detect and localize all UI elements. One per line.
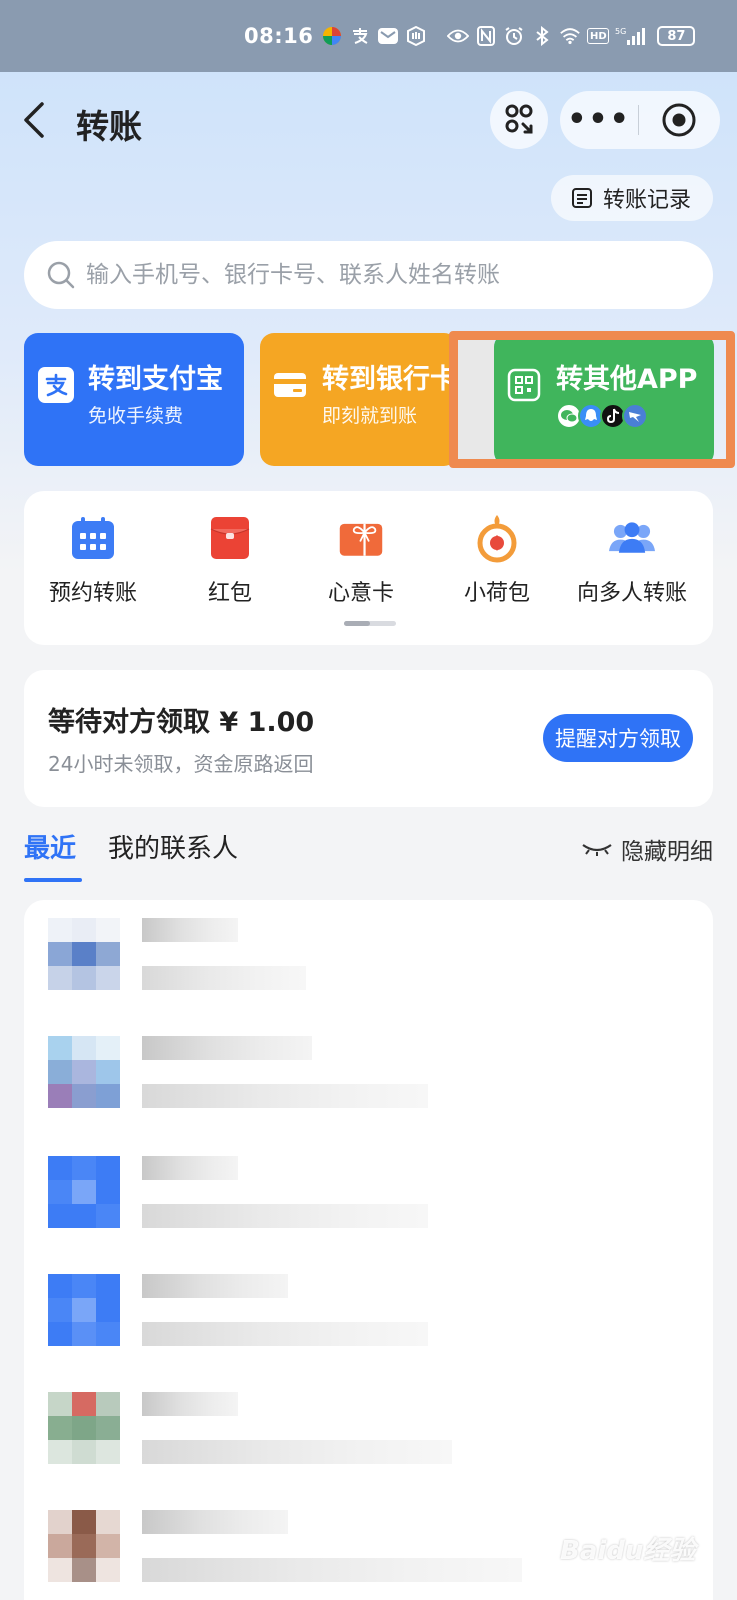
shortcut-label: 预约转账 (48, 581, 137, 606)
shortcut-label: 红包 (207, 581, 252, 606)
eye-icon (447, 25, 470, 47)
bank-card-icon (272, 367, 308, 403)
contact-tabs: 最近 我的联系人 隐藏明细 (24, 828, 713, 888)
qr-code-icon (506, 367, 542, 403)
calendar-icon (70, 515, 116, 561)
transfer-to-bank-card[interactable]: 转到银行卡 即刻就到账 (260, 333, 458, 466)
contact-name-blur (142, 1036, 312, 1060)
group-icon (609, 515, 655, 561)
battery-indicator: 87 (657, 26, 696, 46)
shortcut-red-envelope[interactable]: 红包 (165, 515, 295, 607)
pending-subtitle: 24小时未领取，资金原路返回 (48, 752, 314, 776)
shortcut-gift-card[interactable]: 心意卡 (296, 515, 426, 607)
contact-name-blur (142, 1510, 288, 1534)
signal-icon: 5G (615, 25, 646, 47)
svg-text:5G: 5G (615, 27, 626, 36)
shortcut-panel: 预约转账 红包 心意卡 小荷包 向多人转账 (24, 491, 713, 645)
pending-title: 等待对方领取 ¥ 1.00 (48, 707, 315, 738)
contact-detail-blur (142, 966, 306, 990)
avatar (48, 918, 120, 990)
contact-name-blur (142, 1392, 238, 1416)
avatar (48, 1392, 120, 1464)
page-title: 转账 (76, 107, 142, 146)
scan-button[interactable] (490, 91, 548, 149)
avatar (48, 1274, 120, 1346)
hand-icon (405, 25, 427, 47)
hide-detail-label: 隐藏明细 (621, 839, 713, 865)
contact-name-blur (142, 918, 238, 942)
contact-detail-blur (142, 1084, 428, 1108)
gift-card-icon (338, 515, 384, 561)
close-miniapp-button[interactable] (639, 101, 719, 139)
shortcut-scheduled-transfer[interactable]: 预约转账 (28, 515, 158, 607)
recent-contacts-list (24, 900, 713, 1600)
avatar (48, 1156, 120, 1228)
red-envelope-icon (207, 515, 253, 561)
status-bar: 08:16 HD 5G 87 (0, 0, 737, 72)
shortcut-label: 心意卡 (327, 581, 394, 606)
shortcut-lotus-pouch[interactable]: 小荷包 (432, 515, 562, 607)
tab-underline (24, 878, 82, 882)
card-title: 转其他APP (556, 364, 698, 395)
contact-detail-blur (142, 1558, 522, 1582)
card-title: 转到支付宝 (88, 364, 223, 395)
nfc-icon (475, 25, 497, 47)
card-subtitle: 即刻就到账 (322, 405, 418, 427)
header: 转账 ••• (0, 88, 737, 152)
other-app-icons (556, 403, 697, 429)
transfer-record-button[interactable]: 转账记录 (551, 175, 713, 221)
baidu-watermark: Baidu经验 (560, 1536, 696, 1566)
mini-app-capsule: ••• (560, 91, 720, 149)
pending-transfer-card[interactable]: 等待对方领取 ¥ 1.00 24小时未领取，资金原路返回 提醒对方领取 (24, 670, 713, 807)
highlight-background (458, 340, 494, 459)
tab-my-contacts[interactable]: 我的联系人 (108, 828, 238, 865)
app-color-icon (321, 25, 343, 47)
closed-eye-icon (582, 844, 612, 856)
remind-button[interactable]: 提醒对方领取 (543, 714, 693, 762)
status-time: 08:16 (244, 24, 314, 48)
shortcut-label: 向多人转账 (576, 581, 687, 606)
record-list-icon (572, 188, 592, 208)
alipay-status-icon (349, 25, 371, 47)
card-title: 转到银行卡 (322, 364, 457, 395)
bluetooth-icon (531, 25, 553, 47)
hide-detail-button[interactable]: 隐藏明细 (581, 832, 713, 866)
search-bar[interactable] (24, 241, 713, 309)
avatar (48, 1510, 120, 1582)
tab-recent[interactable]: 最近 (24, 828, 76, 865)
transfer-to-alipay-card[interactable]: 转到支付宝 免收手续费 (24, 333, 244, 466)
mail-icon (377, 25, 399, 47)
shortcut-multi-transfer[interactable]: 向多人转账 (567, 515, 697, 607)
list-item[interactable] (48, 1156, 668, 1230)
alipay-icon (38, 367, 74, 403)
contact-detail-blur (142, 1204, 428, 1228)
hd-icon: HD (587, 28, 610, 44)
more-button[interactable]: ••• (560, 91, 638, 149)
target-close-icon (662, 103, 696, 137)
list-item[interactable] (48, 918, 668, 992)
transfer-record-label: 转账记录 (603, 188, 692, 213)
list-item[interactable] (48, 1392, 668, 1466)
page-indicator (344, 621, 396, 626)
card-subtitle: 免收手续费 (88, 405, 184, 427)
search-icon (47, 261, 75, 289)
scan-icon (505, 104, 533, 134)
list-item[interactable] (48, 1274, 668, 1348)
transfer-to-other-app-card[interactable]: 转其他APP (494, 333, 714, 466)
shortcut-label: 小荷包 (463, 581, 530, 606)
contact-detail-blur (142, 1322, 428, 1346)
contact-name-blur (142, 1274, 288, 1298)
back-button[interactable] (20, 98, 60, 142)
status-right-icons: HD 5G 87 (447, 25, 696, 47)
list-item[interactable] (48, 1036, 668, 1110)
alarm-icon (503, 25, 525, 47)
lotus-pouch-icon (474, 515, 520, 563)
contact-name-blur (142, 1156, 238, 1180)
dingtalk-icon (622, 403, 648, 429)
avatar (48, 1036, 120, 1108)
wifi-icon (559, 25, 581, 47)
search-input[interactable] (86, 262, 686, 288)
contact-detail-blur (142, 1440, 452, 1464)
